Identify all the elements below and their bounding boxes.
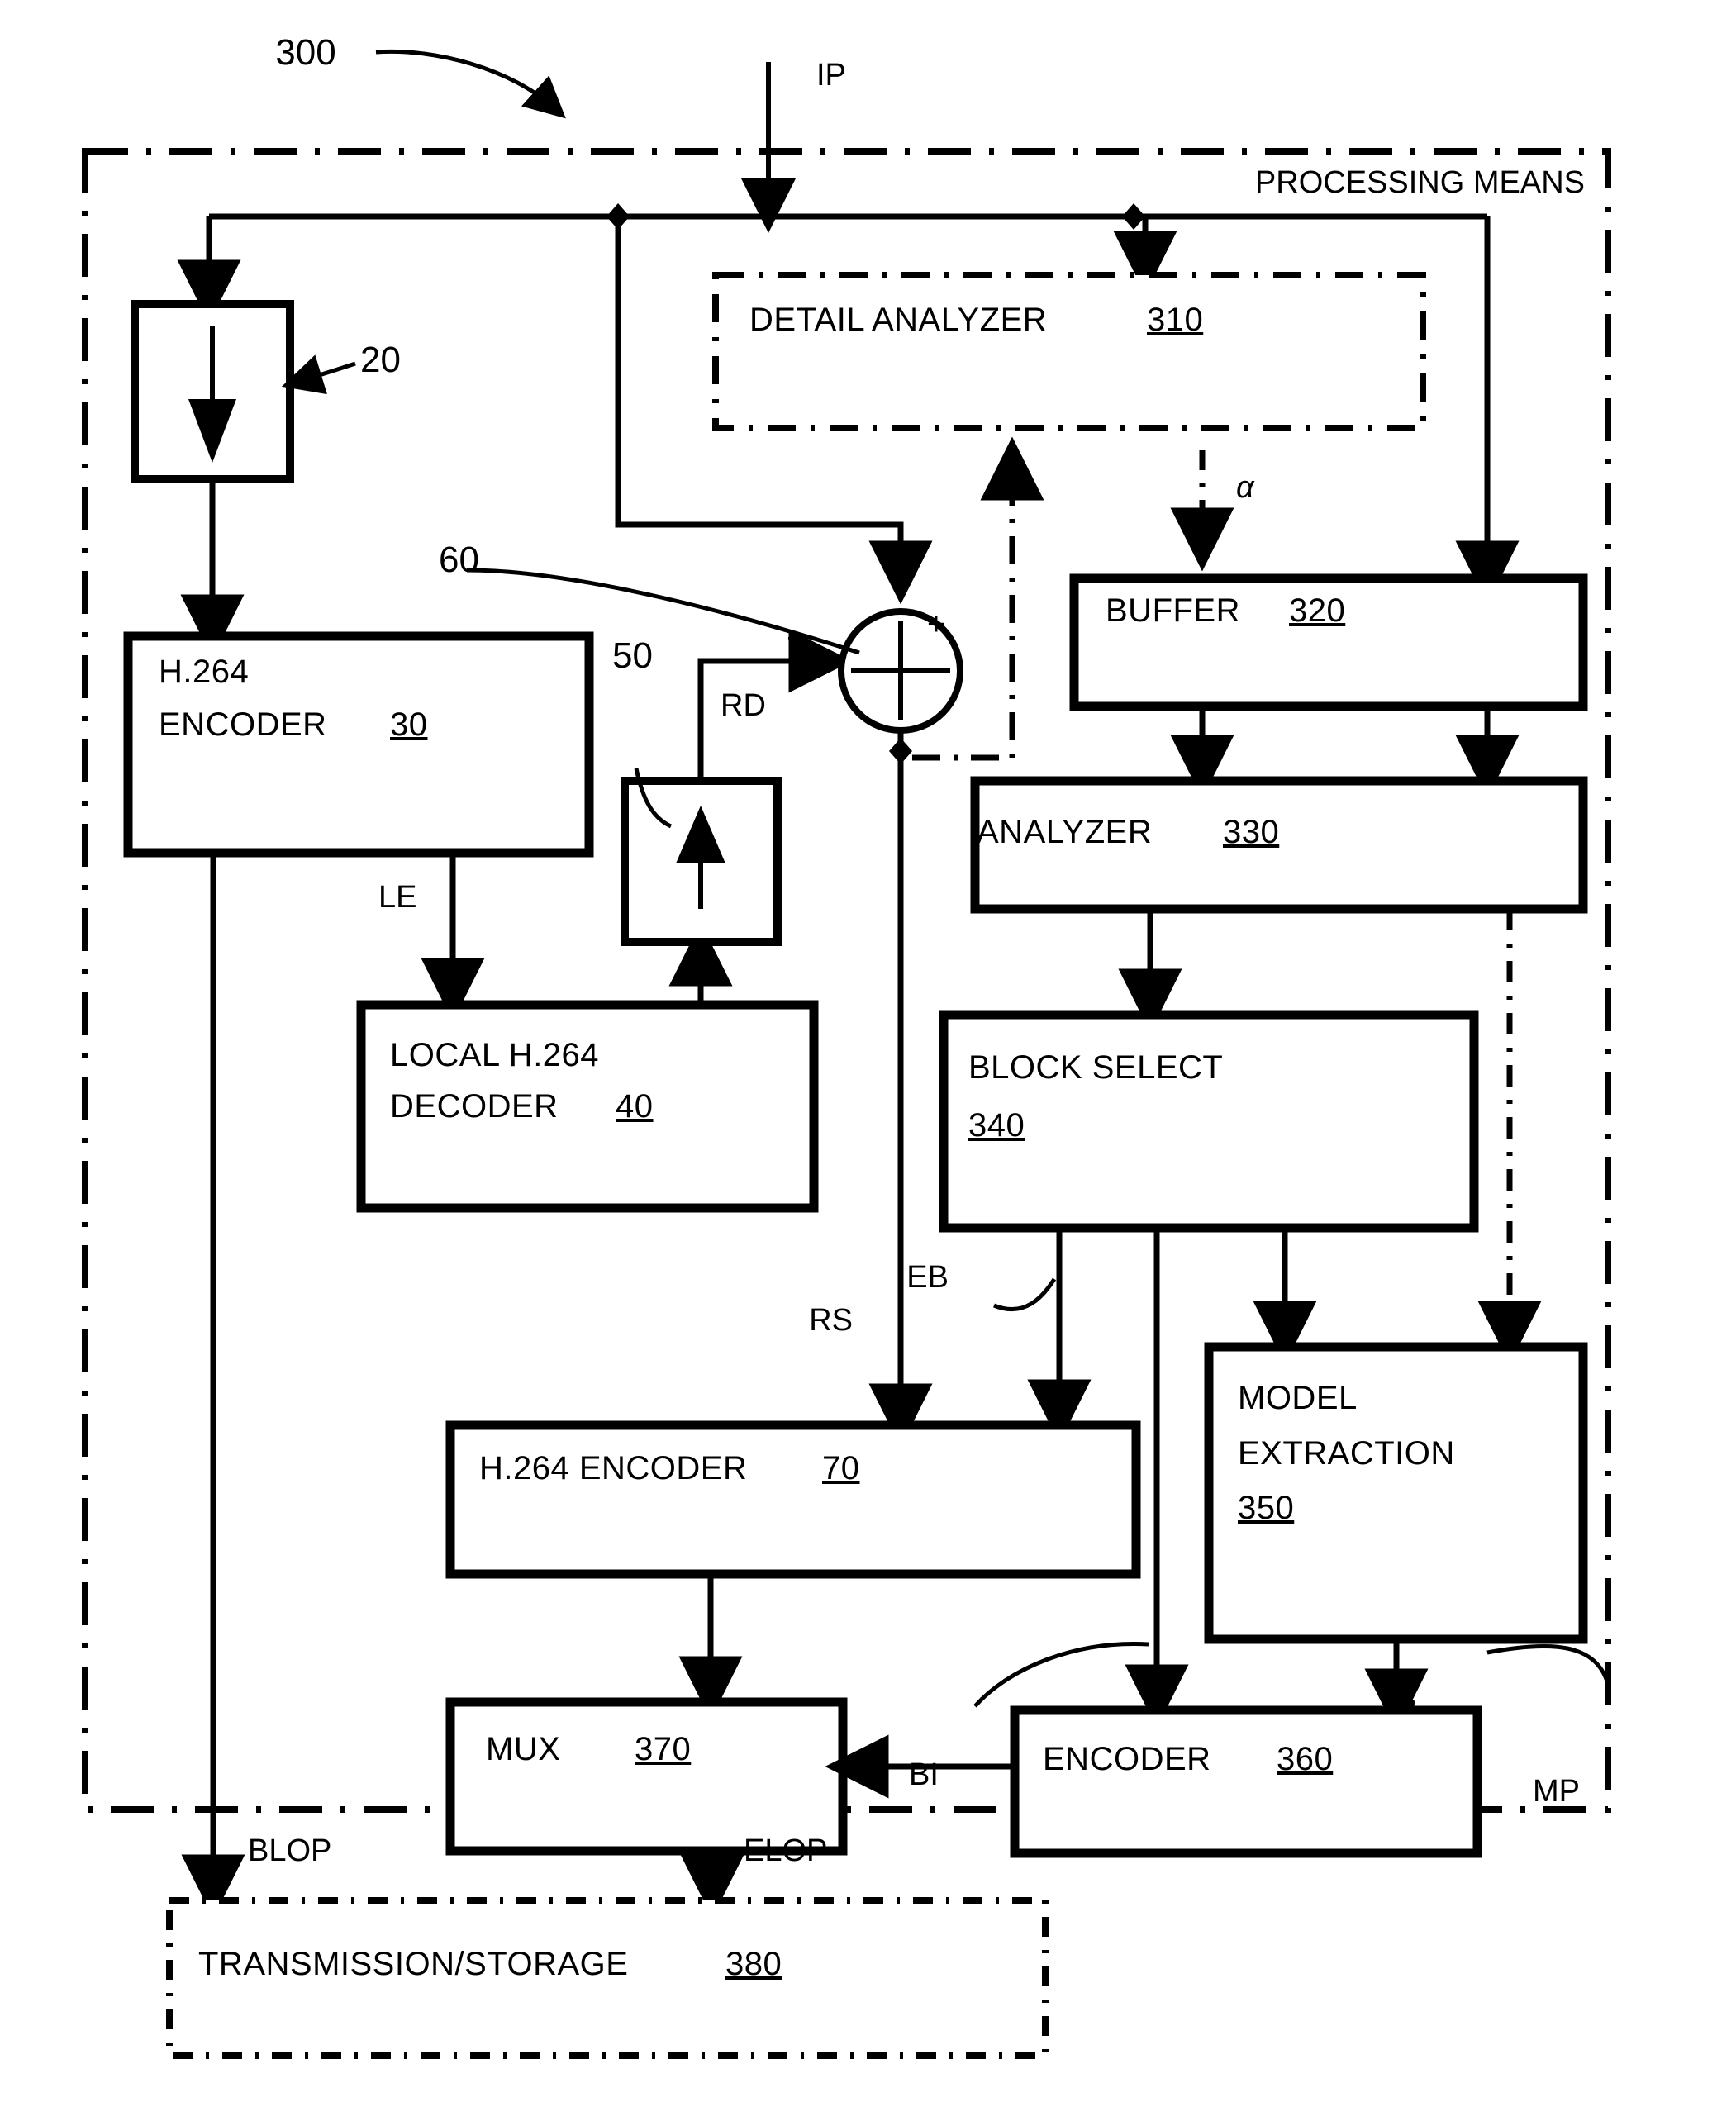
block-diagram-svg: 300 IP PROCESSING MEANS 20 DETAIL ANALYZ… [0, 0, 1736, 2121]
block-340-ref: 340 [968, 1107, 1025, 1144]
signal-label-mp: MP [1533, 1774, 1580, 1809]
patent-figure-canvas: 300 IP PROCESSING MEANS 20 DETAIL ANALYZ… [0, 0, 1736, 2121]
block-370-ref: 370 [635, 1731, 691, 1767]
signal-label-bi: BI [909, 1757, 939, 1792]
signal-label-ip: IP [816, 58, 846, 93]
block-70-h264-encoder[interactable] [445, 1420, 1141, 1579]
block-40-label-line2: DECODER [390, 1088, 559, 1125]
block-350-label-line1: MODEL [1238, 1380, 1358, 1416]
signal-label-rs: RS [809, 1303, 853, 1338]
block-340-label: BLOCK SELECT [968, 1049, 1223, 1086]
block-310-ref: 310 [1147, 302, 1203, 338]
signal-label-le: LE [378, 880, 416, 915]
signal-label-rd: RD [721, 688, 766, 723]
block-40-label-line1: LOCAL H.264 [390, 1037, 599, 1073]
block-70-label: H.264 ENCODER [479, 1450, 747, 1486]
signal-label-alpha: α [1236, 470, 1255, 505]
signal-label-blop: BLOP [248, 1833, 331, 1868]
block-30-label-line1: H.264 [159, 654, 249, 690]
signal-label-elop: ELOP [744, 1833, 827, 1868]
processing-means-label: PROCESSING MEANS [1255, 165, 1585, 200]
block-350-label-line2: EXTRACTION [1238, 1435, 1455, 1472]
block-310-detail-analyzer[interactable] [712, 272, 1426, 431]
block-360-ref: 360 [1277, 1741, 1333, 1777]
block-360-label: ENCODER [1043, 1741, 1211, 1777]
figure-number-300: 300 [275, 32, 335, 73]
block-370-label: MUX [486, 1731, 560, 1767]
block-320-ref: 320 [1289, 592, 1345, 629]
block-320-label: BUFFER [1106, 592, 1240, 629]
block-330-ref: 330 [1223, 814, 1279, 850]
block-370-mux[interactable] [445, 1697, 848, 1856]
reference-label-60: 60 [439, 540, 479, 580]
block-30-label-line2: ENCODER [159, 706, 327, 743]
block-30-ref: 30 [390, 706, 428, 743]
block-350-ref: 350 [1238, 1490, 1294, 1526]
block-310-label: DETAIL ANALYZER [749, 302, 1047, 338]
block-330-label: ANALYZER [977, 814, 1152, 850]
block-70-ref: 70 [822, 1450, 860, 1486]
block-40-ref: 40 [616, 1088, 654, 1125]
reference-label-20: 20 [360, 340, 401, 380]
block-360-encoder[interactable] [1010, 1705, 1482, 1858]
signal-label-eb: EB [906, 1260, 949, 1295]
block-380-ref: 380 [725, 1946, 782, 1982]
block-380-label: TRANSMISSION/STORAGE [198, 1946, 628, 1982]
summer-plus-sign: + [927, 607, 945, 642]
summer-minus-sign: − [787, 621, 805, 656]
reference-label-50: 50 [612, 635, 653, 676]
